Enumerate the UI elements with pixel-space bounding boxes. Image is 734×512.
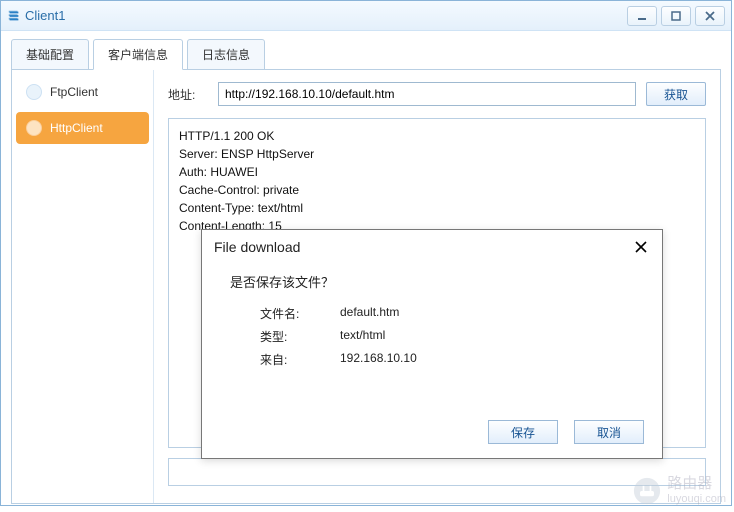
sidebar-item-label: FtpClient — [50, 85, 98, 99]
dialog-body: 是否保存该文件？ 文件名: default.htm 类型: text/html … — [202, 262, 662, 384]
address-input[interactable] — [218, 82, 636, 106]
dialog-close-button[interactable] — [632, 238, 650, 256]
address-row: 地址: 获取 — [168, 82, 706, 106]
dialog-question: 是否保存该文件？ — [230, 272, 634, 291]
file-download-dialog: File download 是否保存该文件？ 文件名: default.htm … — [201, 229, 663, 459]
save-button[interactable]: 保存 — [488, 420, 558, 444]
tab-log-info[interactable]: 日志信息 — [187, 39, 265, 70]
status-dot-icon — [26, 120, 42, 136]
sidebar-item-httpclient[interactable]: HttpClient — [16, 112, 149, 144]
dialog-row-from: 来自: 192.168.10.10 — [260, 351, 634, 368]
client-sidebar: FtpClient HttpClient — [12, 70, 154, 503]
type-value: text/html — [340, 328, 385, 345]
dialog-row-filename: 文件名: default.htm — [260, 305, 634, 322]
close-button[interactable] — [695, 6, 725, 26]
dialog-row-type: 类型: text/html — [260, 328, 634, 345]
tab-basic-config[interactable]: 基础配置 — [11, 39, 89, 70]
type-label: 类型: — [260, 328, 340, 345]
dialog-titlebar: File download — [202, 230, 662, 262]
window-controls — [627, 6, 725, 26]
dialog-title: File download — [214, 239, 300, 255]
filename-value: default.htm — [340, 305, 399, 322]
sidebar-item-ftpclient[interactable]: FtpClient — [16, 76, 149, 108]
tab-client-info[interactable]: 客户端信息 — [93, 39, 183, 70]
cancel-button[interactable]: 取消 — [574, 420, 644, 444]
minimize-button[interactable] — [627, 6, 657, 26]
status-dot-icon — [26, 84, 42, 100]
filename-label: 文件名: — [260, 305, 340, 322]
maximize-button[interactable] — [661, 6, 691, 26]
window-title: Client1 — [25, 8, 627, 23]
from-value: 192.168.10.10 — [340, 351, 417, 368]
sidebar-item-label: HttpClient — [50, 121, 103, 135]
dialog-buttons: 保存 取消 — [488, 420, 644, 444]
address-label: 地址: — [168, 86, 208, 103]
title-bar: Client1 — [1, 1, 731, 31]
bottom-panel — [168, 458, 706, 486]
from-label: 来自: — [260, 351, 340, 368]
fetch-button[interactable]: 获取 — [646, 82, 706, 106]
tab-bar: 基础配置 客户端信息 日志信息 — [11, 39, 721, 70]
app-icon — [7, 9, 21, 23]
